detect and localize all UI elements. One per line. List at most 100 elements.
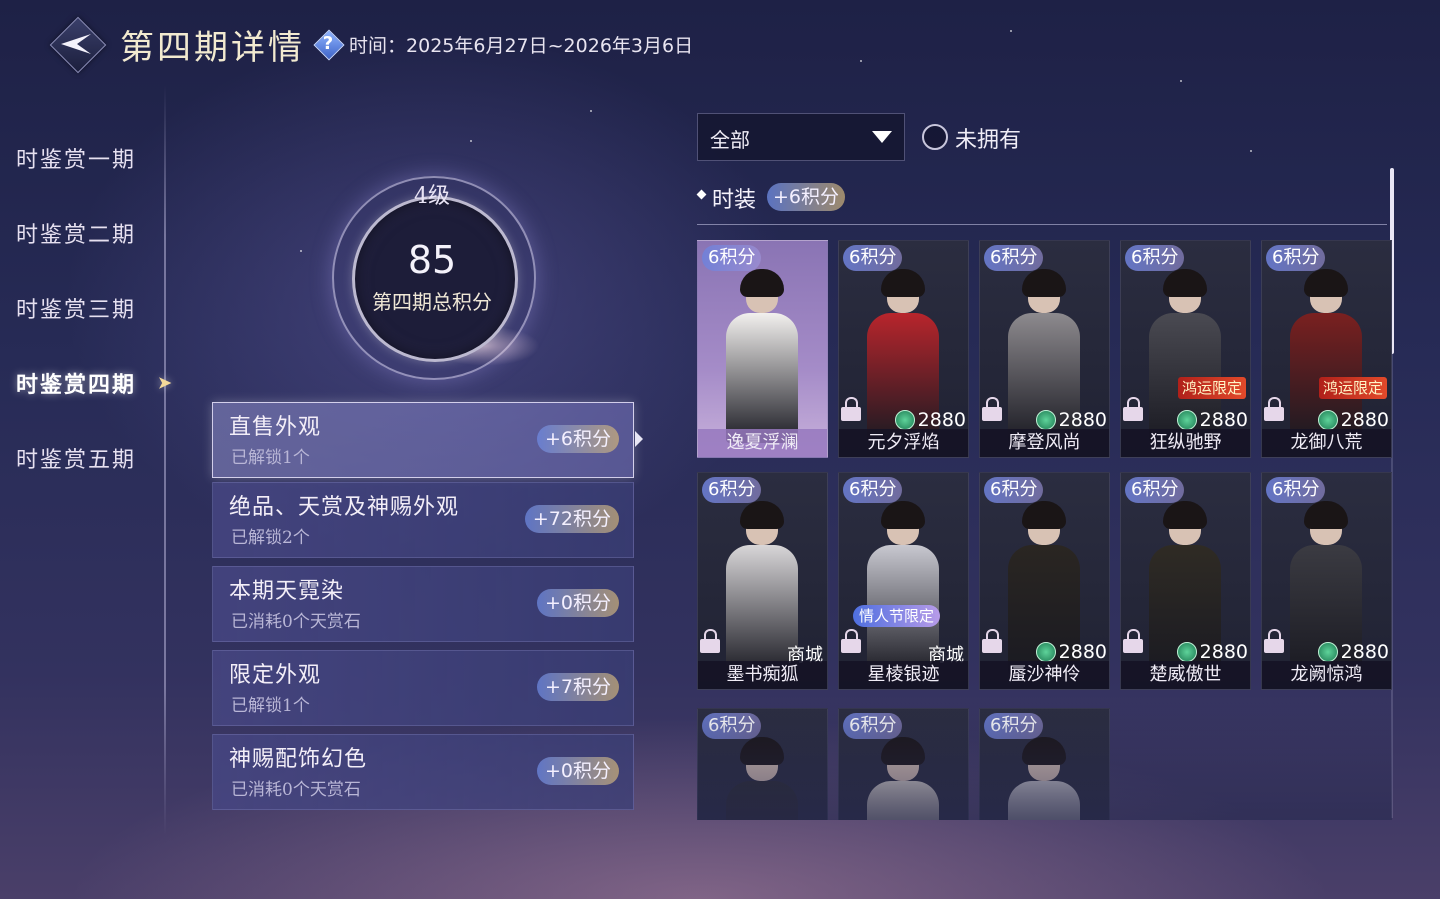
lock-icon — [1123, 397, 1143, 421]
currency-icon — [1176, 410, 1197, 430]
card-price: 2880 — [1176, 641, 1248, 663]
card-price: 2880 — [1176, 409, 1248, 431]
outfit-card[interactable]: 6积分 2880 龙阙惊鸿 — [1261, 472, 1392, 690]
card-points-tag: 6积分 — [843, 477, 903, 503]
score-ring: 4级 85 第四期总积分 — [320, 176, 550, 380]
limited-badge: 鸿运限定 — [1318, 377, 1387, 399]
outfit-card[interactable]: 6积分 情人节限定 商城 星棱银迹 — [838, 472, 969, 690]
card-points-tag: 6积分 — [702, 477, 762, 503]
category-subtitle: 已消耗0个天赏石 — [231, 612, 361, 632]
lock-icon — [982, 629, 1002, 653]
card-points-tag: 6积分 — [984, 713, 1044, 739]
currency-icon — [1176, 642, 1197, 662]
sidebar-item-label: 时鉴赏一期 — [16, 147, 137, 173]
level-text: 4级 — [414, 184, 450, 209]
category-direct-sale[interactable]: 直售外观 已解锁1个 +6积分 — [212, 402, 643, 478]
currency-icon — [894, 410, 915, 430]
category-subtitle: 已解锁1个 — [231, 696, 310, 716]
filter-dropdown[interactable]: 全部 — [697, 113, 905, 161]
outfit-grid: 6积分 逸夏浮澜 6积分 2880 元夕浮焰 6积分 2880 摩登风尚 6积分 鸿运限定 2880… — [697, 240, 1392, 820]
outfit-portrait — [722, 269, 802, 443]
outfit-portrait — [722, 737, 802, 820]
outfit-card[interactable]: 6积分 2880 蜃沙神伶 — [979, 472, 1110, 690]
price-value: 2880 — [1199, 641, 1248, 663]
outfit-name: 龙阙惊鸿 — [1262, 661, 1391, 689]
outfit-card[interactable]: 6积分 — [697, 708, 828, 820]
sidebar-item-label: 时鉴赏三期 — [16, 297, 137, 323]
period-label: 时间： — [349, 34, 407, 57]
price-value: 2880 — [1058, 641, 1107, 663]
card-price: 2880 — [1035, 409, 1107, 431]
limited-badge: 鸿运限定 — [1177, 377, 1246, 399]
section-divider — [697, 224, 1387, 225]
lock-icon — [1264, 629, 1284, 653]
sidebar: 时鉴赏一期 时鉴赏二期 时鉴赏三期 时鉴赏四期 ➤ 时鉴赏五期 — [0, 120, 174, 495]
outfit-name: 狂纵驰野 — [1121, 429, 1250, 457]
lock-icon — [982, 397, 1002, 421]
sidebar-item-period-3[interactable]: 时鉴赏三期 — [0, 270, 170, 345]
currency-icon — [1035, 642, 1056, 662]
card-points-tag: 6积分 — [1125, 477, 1185, 503]
currency-icon — [1317, 642, 1338, 662]
category-accessory-color[interactable]: 神赐配饰幻色 已消耗0个天赏石 +0积分 — [212, 734, 634, 810]
outfit-card[interactable]: 6积分 逸夏浮澜 — [697, 240, 828, 458]
category-limited[interactable]: 限定外观 已解锁1个 +7积分 — [212, 650, 634, 726]
category-title: 绝品、天赏及神赐外观 — [229, 495, 460, 520]
category-title: 神赐配饰幻色 — [229, 747, 368, 772]
active-indicator-icon: ➤ — [158, 373, 174, 392]
back-button[interactable] — [49, 16, 107, 74]
unowned-label[interactable]: 未拥有 — [955, 122, 1021, 154]
category-points: +0积分 — [536, 589, 619, 617]
card-price: 2880 — [1035, 641, 1107, 663]
outfit-card[interactable]: 6积分 鸿运限定 2880 龙御八荒 — [1261, 240, 1392, 458]
currency-icon — [1035, 410, 1056, 430]
category-subtitle: 已解锁2个 — [231, 528, 310, 548]
price-value: 2880 — [917, 409, 966, 431]
outfit-name: 龙御八荒 — [1262, 429, 1391, 457]
outfit-card[interactable]: 6积分 鸿运限定 2880 狂纵驰野 — [1120, 240, 1251, 458]
card-points-tag: 6积分 — [702, 245, 762, 271]
unowned-radio[interactable] — [922, 124, 948, 150]
sidebar-item-period-4[interactable]: 时鉴赏四期 ➤ — [0, 345, 174, 420]
outfit-card[interactable]: 6积分 — [979, 708, 1110, 820]
event-badge: 情人节限定 — [853, 605, 941, 627]
category-points: +72积分 — [524, 505, 619, 533]
section-title: 时装 — [712, 188, 757, 213]
page-title: 第四期详情 — [120, 27, 305, 68]
sidebar-item-period-5[interactable]: 时鉴赏五期 — [0, 420, 170, 495]
outfit-card[interactable]: 6积分 — [838, 708, 969, 820]
header: 第四期详情 ? 时间： 2025年6月27日~2026年3月6日 — [49, 14, 693, 74]
category-subtitle: 已解锁1个 — [231, 448, 310, 468]
category-title: 本期天霓染 — [229, 579, 345, 604]
price-value: 2880 — [1340, 641, 1389, 663]
card-points-tag: 6积分 — [984, 477, 1044, 503]
lock-icon — [841, 629, 861, 653]
outfit-card[interactable]: 6积分 商城 墨书痴狐 — [697, 472, 828, 690]
outfit-card[interactable]: 6积分 2880 摩登风尚 — [979, 240, 1110, 458]
outfit-name: 星棱银迹 — [839, 661, 968, 689]
filter-selected: 全部 — [710, 128, 750, 152]
sidebar-item-period-2[interactable]: 时鉴赏二期 — [0, 195, 170, 270]
category-points: +6积分 — [536, 425, 619, 453]
lock-icon — [1264, 397, 1284, 421]
section-points: +6积分 — [767, 183, 846, 211]
outfit-card[interactable]: 6积分 2880 元夕浮焰 — [838, 240, 969, 458]
price-value: 2880 — [1058, 409, 1107, 431]
category-dye[interactable]: 本期天霓染 已消耗0个天赏石 +0积分 — [212, 566, 634, 642]
outfit-card[interactable]: 6积分 2880 楚威傲世 — [1120, 472, 1251, 690]
outfit-portrait — [1004, 737, 1084, 820]
sidebar-item-period-1[interactable]: 时鉴赏一期 — [0, 120, 170, 195]
lock-icon — [841, 397, 861, 421]
card-points-tag: 6积分 — [843, 713, 903, 739]
help-icon[interactable]: ? — [313, 29, 345, 61]
card-price: 2880 — [1317, 409, 1389, 431]
sidebar-item-label: 时鉴赏四期 — [16, 371, 137, 398]
card-points-tag: 6积分 — [702, 713, 762, 739]
outfit-name: 蜃沙神伶 — [980, 661, 1109, 689]
price-value: 2880 — [1340, 409, 1389, 431]
category-premium[interactable]: 绝品、天赏及神赐外观 已解锁2个 +72积分 — [212, 482, 634, 558]
category-subtitle: 已消耗0个天赏石 — [231, 780, 361, 800]
card-price: 2880 — [1317, 641, 1389, 663]
total-score: 85 — [407, 238, 457, 282]
lock-icon — [1123, 629, 1143, 653]
